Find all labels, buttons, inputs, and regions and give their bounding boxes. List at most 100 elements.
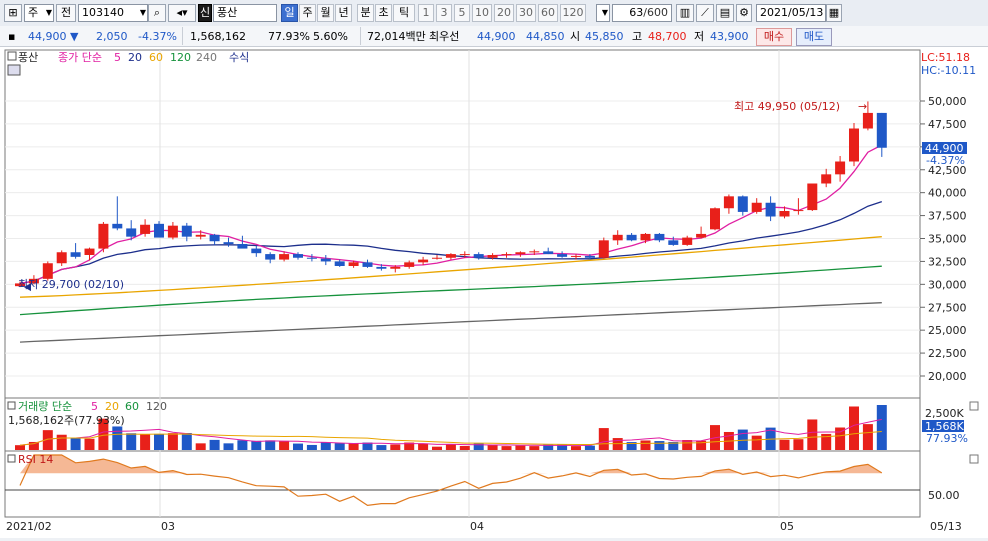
volume-bar — [181, 433, 192, 450]
high-label: 고 — [632, 30, 643, 43]
candle-body — [612, 234, 623, 241]
volume-bar — [334, 443, 345, 450]
volume-bar — [195, 443, 206, 450]
grid-toggle-icon[interactable] — [7, 64, 21, 76]
trade-amount: 72,014백만 — [367, 30, 426, 43]
buy-button[interactable]: 매수 — [756, 28, 792, 46]
rsi-legend[interactable]: RSI 14 — [18, 453, 53, 466]
stock-code-input[interactable]: 103140 ▼ — [78, 4, 148, 22]
candle-body — [654, 233, 665, 241]
formula-legend[interactable]: 수식 — [229, 51, 249, 64]
candle-body — [487, 255, 498, 258]
volume-bar — [251, 440, 262, 450]
rsi-panel — [4, 450, 921, 518]
chart-area[interactable]: 50,00047,50045,00042,50040,00037,50035,0… — [0, 47, 988, 538]
candle-body — [140, 224, 151, 234]
stock-tag[interactable]: 풍산 — [18, 51, 38, 64]
volume-legend[interactable]: 거래량 단순 — [18, 400, 72, 413]
ma5-legend[interactable]: 5 — [114, 51, 121, 64]
last-change-tag: -4.37% — [926, 154, 965, 167]
volume-bar — [167, 433, 178, 450]
mode-button[interactable]: 전 — [56, 4, 76, 22]
chevron-down-icon: ▼ — [45, 8, 52, 17]
x-label-feb: 2021/02 — [6, 520, 52, 533]
period-day[interactable]: 일 — [281, 4, 298, 22]
volume-bar — [876, 405, 887, 450]
rsi-y-tick: 50.00 — [928, 489, 960, 502]
candle-body — [390, 266, 401, 269]
volume-ratio: 77.93% — [268, 30, 310, 43]
speaker-icon[interactable]: ◂▾ — [168, 4, 196, 22]
y-tick-label: 25,000 — [928, 324, 967, 337]
minute-20[interactable]: 20 — [494, 4, 514, 22]
minute-5[interactable]: 5 — [454, 4, 470, 22]
volume-bar — [807, 419, 818, 450]
candle-body — [293, 254, 303, 258]
candle-type-icon[interactable]: ▥ — [676, 4, 694, 22]
max-annotation: 최고 49,950 (05/12) — [734, 100, 840, 113]
candle-body — [626, 234, 637, 241]
gear-icon[interactable]: ⚙ — [736, 4, 752, 22]
minute-30[interactable]: 30 — [516, 4, 536, 22]
low-price: 43,900 — [710, 30, 749, 43]
y-tick-label: 32,500 — [928, 255, 967, 268]
calendar-icon[interactable]: ▦ — [826, 4, 842, 22]
candle-body — [571, 255, 581, 257]
vol-ma120-legend[interactable]: 120 — [146, 400, 167, 413]
period-minute[interactable]: 분 — [357, 4, 374, 22]
ma20-legend[interactable]: 20 — [128, 51, 142, 64]
sell-button[interactable]: 매도 — [796, 28, 832, 46]
current-price: 44,900 ▼ — [28, 30, 79, 43]
candle-body — [279, 254, 290, 260]
candle-body — [56, 252, 67, 264]
custom-period-select[interactable]: ▼ — [596, 4, 610, 22]
compare-icon[interactable]: ▤ — [716, 4, 734, 22]
candle-body — [793, 210, 804, 212]
candle-body — [876, 112, 887, 148]
volume-bar — [223, 443, 234, 450]
minute-10[interactable]: 10 — [472, 4, 492, 22]
price-legend[interactable]: 종가 단순 — [58, 51, 102, 64]
market-type-select[interactable]: 주 ▼ — [24, 4, 54, 22]
candle-body — [348, 262, 359, 266]
ma240-legend[interactable]: 240 — [196, 51, 217, 64]
candle-body — [849, 128, 859, 162]
candle-body — [445, 254, 456, 258]
volume-bar — [112, 426, 123, 450]
vol-ma5-legend[interactable]: 5 — [91, 400, 98, 413]
candle-body — [154, 223, 164, 238]
volume-bar — [126, 433, 137, 450]
date-input[interactable]: 2021/05/13 — [756, 4, 826, 22]
minute-3[interactable]: 3 — [436, 4, 452, 22]
candle-body — [710, 208, 720, 230]
candle-body — [98, 223, 109, 249]
period-week[interactable]: 주 — [299, 4, 316, 22]
collapse-icon[interactable]: ▪ — [8, 29, 15, 45]
data-count-field[interactable]: 63/600 — [612, 4, 672, 22]
candle-body — [515, 252, 526, 255]
vol-ma60-legend[interactable]: 60 — [125, 400, 139, 413]
period-month[interactable]: 월 — [317, 4, 334, 22]
ma120-legend[interactable]: 120 — [170, 51, 191, 64]
search-icon[interactable]: ⌕ — [148, 4, 166, 22]
stock-name-field[interactable]: 풍산 — [213, 4, 277, 22]
line-chart-icon[interactable]: ⟋ — [696, 4, 714, 22]
volume-bar — [376, 445, 387, 450]
candle-body — [682, 237, 693, 245]
vol-ma20-legend[interactable]: 20 — [105, 400, 119, 413]
period-second[interactable]: 초 — [375, 4, 392, 22]
chart-menu-icon[interactable]: ⊞ — [4, 4, 22, 22]
candle-body — [251, 248, 262, 254]
ma60-legend[interactable]: 60 — [149, 51, 163, 64]
period-year[interactable]: 년 — [335, 4, 352, 22]
volume-bar — [529, 446, 540, 450]
volume-bar — [849, 406, 859, 450]
minute-120[interactable]: 120 — [560, 4, 586, 22]
period-tick[interactable]: 틱 — [393, 4, 415, 22]
candle-body — [779, 211, 790, 217]
minute-60[interactable]: 60 — [538, 4, 558, 22]
minute-1[interactable]: 1 — [418, 4, 434, 22]
y-tick-label: 27,500 — [928, 301, 967, 314]
volume-bar — [390, 444, 401, 450]
chevron-down-icon: ▼ — [601, 8, 608, 17]
